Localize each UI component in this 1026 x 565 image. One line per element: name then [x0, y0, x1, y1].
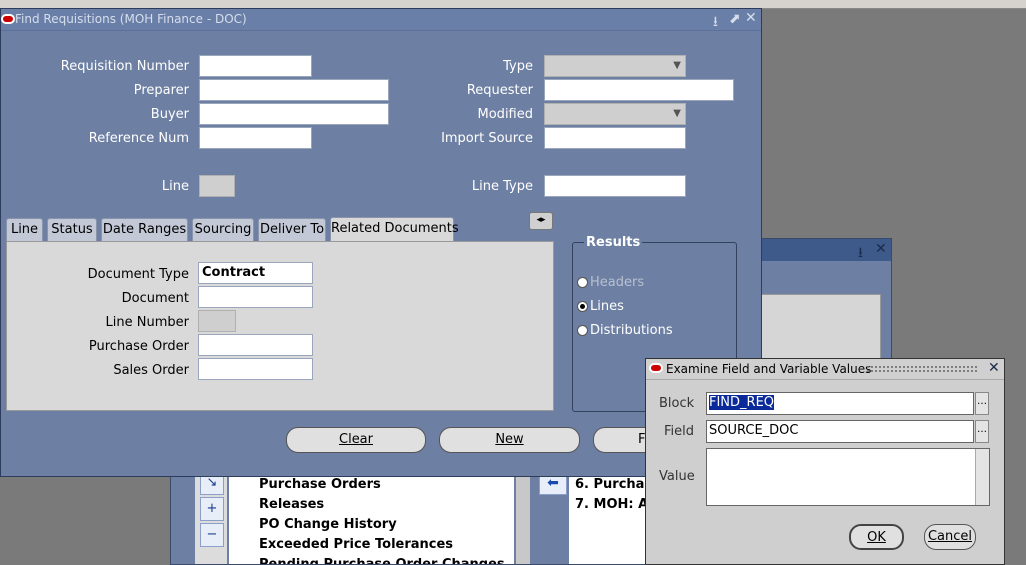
field-field[interactable]: SOURCE_DOC — [706, 420, 974, 443]
ok-button[interactable]: OK — [849, 524, 904, 550]
purchase-order-field[interactable] — [198, 334, 313, 356]
buyer-field[interactable] — [199, 103, 389, 125]
lines-radio[interactable] — [577, 301, 588, 312]
navigator-icon-bar: ↘ + − — [195, 469, 227, 564]
minimize-icon[interactable]: ⭳ — [858, 242, 863, 266]
new-button-label: New — [495, 432, 524, 447]
reference-num-label: Reference Num — [88, 131, 189, 146]
minimize-icon[interactable]: ⭳ — [713, 11, 718, 35]
modified-select[interactable]: ▼ — [544, 103, 686, 125]
close-icon[interactable]: ✕ — [988, 360, 1000, 376]
value-label: Value — [659, 469, 695, 484]
purchase-order-label: Purchase Order — [88, 339, 189, 354]
oracle-logo-icon — [1, 14, 15, 24]
navigator-function-list: Purchase Orders Releases PO Change Histo… — [229, 469, 514, 564]
tab-date-ranges[interactable]: Date Ranges — [101, 218, 188, 242]
reference-num-field[interactable] — [199, 127, 312, 149]
value-textarea[interactable] — [706, 448, 990, 506]
document-type-label: Document Type — [87, 267, 189, 282]
document-label: Document — [121, 291, 189, 306]
collapse-icon[interactable]: − — [200, 523, 224, 547]
line-number-label: Line Number — [105, 315, 189, 330]
type-select[interactable]: ▼ — [544, 55, 686, 77]
maximize-icon[interactable]: ⬈ — [729, 11, 741, 27]
tab-related-documents[interactable]: Related Documents — [330, 217, 459, 243]
requisition-number-label: Requisition Number — [60, 59, 189, 74]
clear-button-label: Clear — [339, 432, 373, 447]
cancel-button-label: Cancel — [927, 529, 973, 544]
block-field[interactable]: FIND_REQ — [706, 392, 974, 415]
list-item[interactable]: PO Change History — [259, 517, 397, 532]
import-source-field[interactable] — [544, 127, 686, 149]
top-documents-list: 6. Purchase 7. MOH: Ap — [569, 469, 661, 564]
window-title: Find Requisitions (MOH Finance - DOC) — [15, 12, 247, 26]
line-label: Line — [161, 179, 189, 194]
distributions-radio[interactable] — [577, 325, 588, 336]
field-label: Field — [664, 424, 695, 439]
distributions-radio-label: Distributions — [590, 323, 673, 338]
cancel-button[interactable]: Cancel — [924, 524, 976, 550]
tab-sourcing[interactable]: Sourcing — [192, 218, 254, 242]
sales-order-label: Sales Order — [113, 363, 189, 378]
chevron-down-icon: ▼ — [673, 108, 681, 119]
ok-button-label: OK — [867, 530, 886, 545]
tab-line[interactable]: Line — [6, 218, 43, 242]
new-button[interactable]: New — [439, 427, 580, 453]
headers-radio-label: Headers — [590, 275, 645, 290]
line-field[interactable] — [199, 175, 235, 197]
requester-field[interactable] — [544, 79, 734, 101]
block-value: FIND_REQ — [709, 395, 775, 410]
close-icon[interactable]: ✕ — [875, 241, 887, 257]
clear-button[interactable]: Clear — [286, 427, 426, 453]
tab-status[interactable]: Status — [47, 218, 97, 242]
close-icon[interactable]: ✕ — [745, 10, 757, 26]
line-type-label: Line Type — [471, 179, 533, 194]
preparer-field[interactable] — [199, 79, 389, 101]
modified-label: Modified — [477, 107, 533, 122]
find-window-titlebar: Find Requisitions (MOH Finance - DOC) ⭳ … — [1, 9, 761, 31]
field-lov-icon[interactable]: … — [975, 420, 989, 443]
line-type-field[interactable] — [544, 175, 686, 197]
buyer-label: Buyer — [150, 107, 189, 122]
sales-order-field[interactable] — [198, 358, 313, 380]
chevron-down-icon: ▼ — [673, 60, 681, 71]
related-documents-panel: Document Type Contract Document Line Num… — [6, 241, 554, 411]
examine-titlebar: Examine Field and Variable Values ✕ — [646, 359, 1004, 380]
examine-dialog: Examine Field and Variable Values ✕ Bloc… — [645, 358, 1005, 565]
headers-radio[interactable] — [577, 277, 588, 288]
requisition-number-field[interactable] — [199, 55, 312, 77]
list-item[interactable]: Exceeded Price Tolerances — [259, 537, 453, 552]
expand-all-icon[interactable]: + — [200, 497, 224, 521]
oracle-logo-icon — [649, 363, 663, 373]
document-type-field[interactable]: Contract — [198, 262, 313, 284]
navigator-scrollbar[interactable] — [516, 469, 530, 564]
type-label: Type — [503, 59, 533, 74]
preparer-label: Preparer — [133, 83, 189, 98]
lines-radio-label: Lines — [590, 299, 624, 314]
list-item[interactable]: Releases — [259, 497, 324, 512]
examine-title: Examine Field and Variable Values — [666, 362, 872, 376]
line-number-field[interactable] — [198, 310, 236, 332]
tab-deliver-to[interactable]: Deliver To — [258, 218, 326, 242]
results-title: Results — [584, 235, 643, 250]
value-scrollbar[interactable] — [975, 449, 989, 505]
document-field[interactable] — [198, 286, 313, 308]
requester-label: Requester — [466, 83, 533, 98]
title-grip — [866, 365, 978, 373]
block-label: Block — [659, 396, 695, 411]
list-item[interactable]: Purchase Orders — [259, 477, 381, 492]
import-source-label: Import Source — [441, 131, 533, 146]
tab-scroll-icon[interactable]: ◂▸ — [529, 212, 553, 230]
block-lov-icon[interactable]: … — [975, 392, 989, 415]
